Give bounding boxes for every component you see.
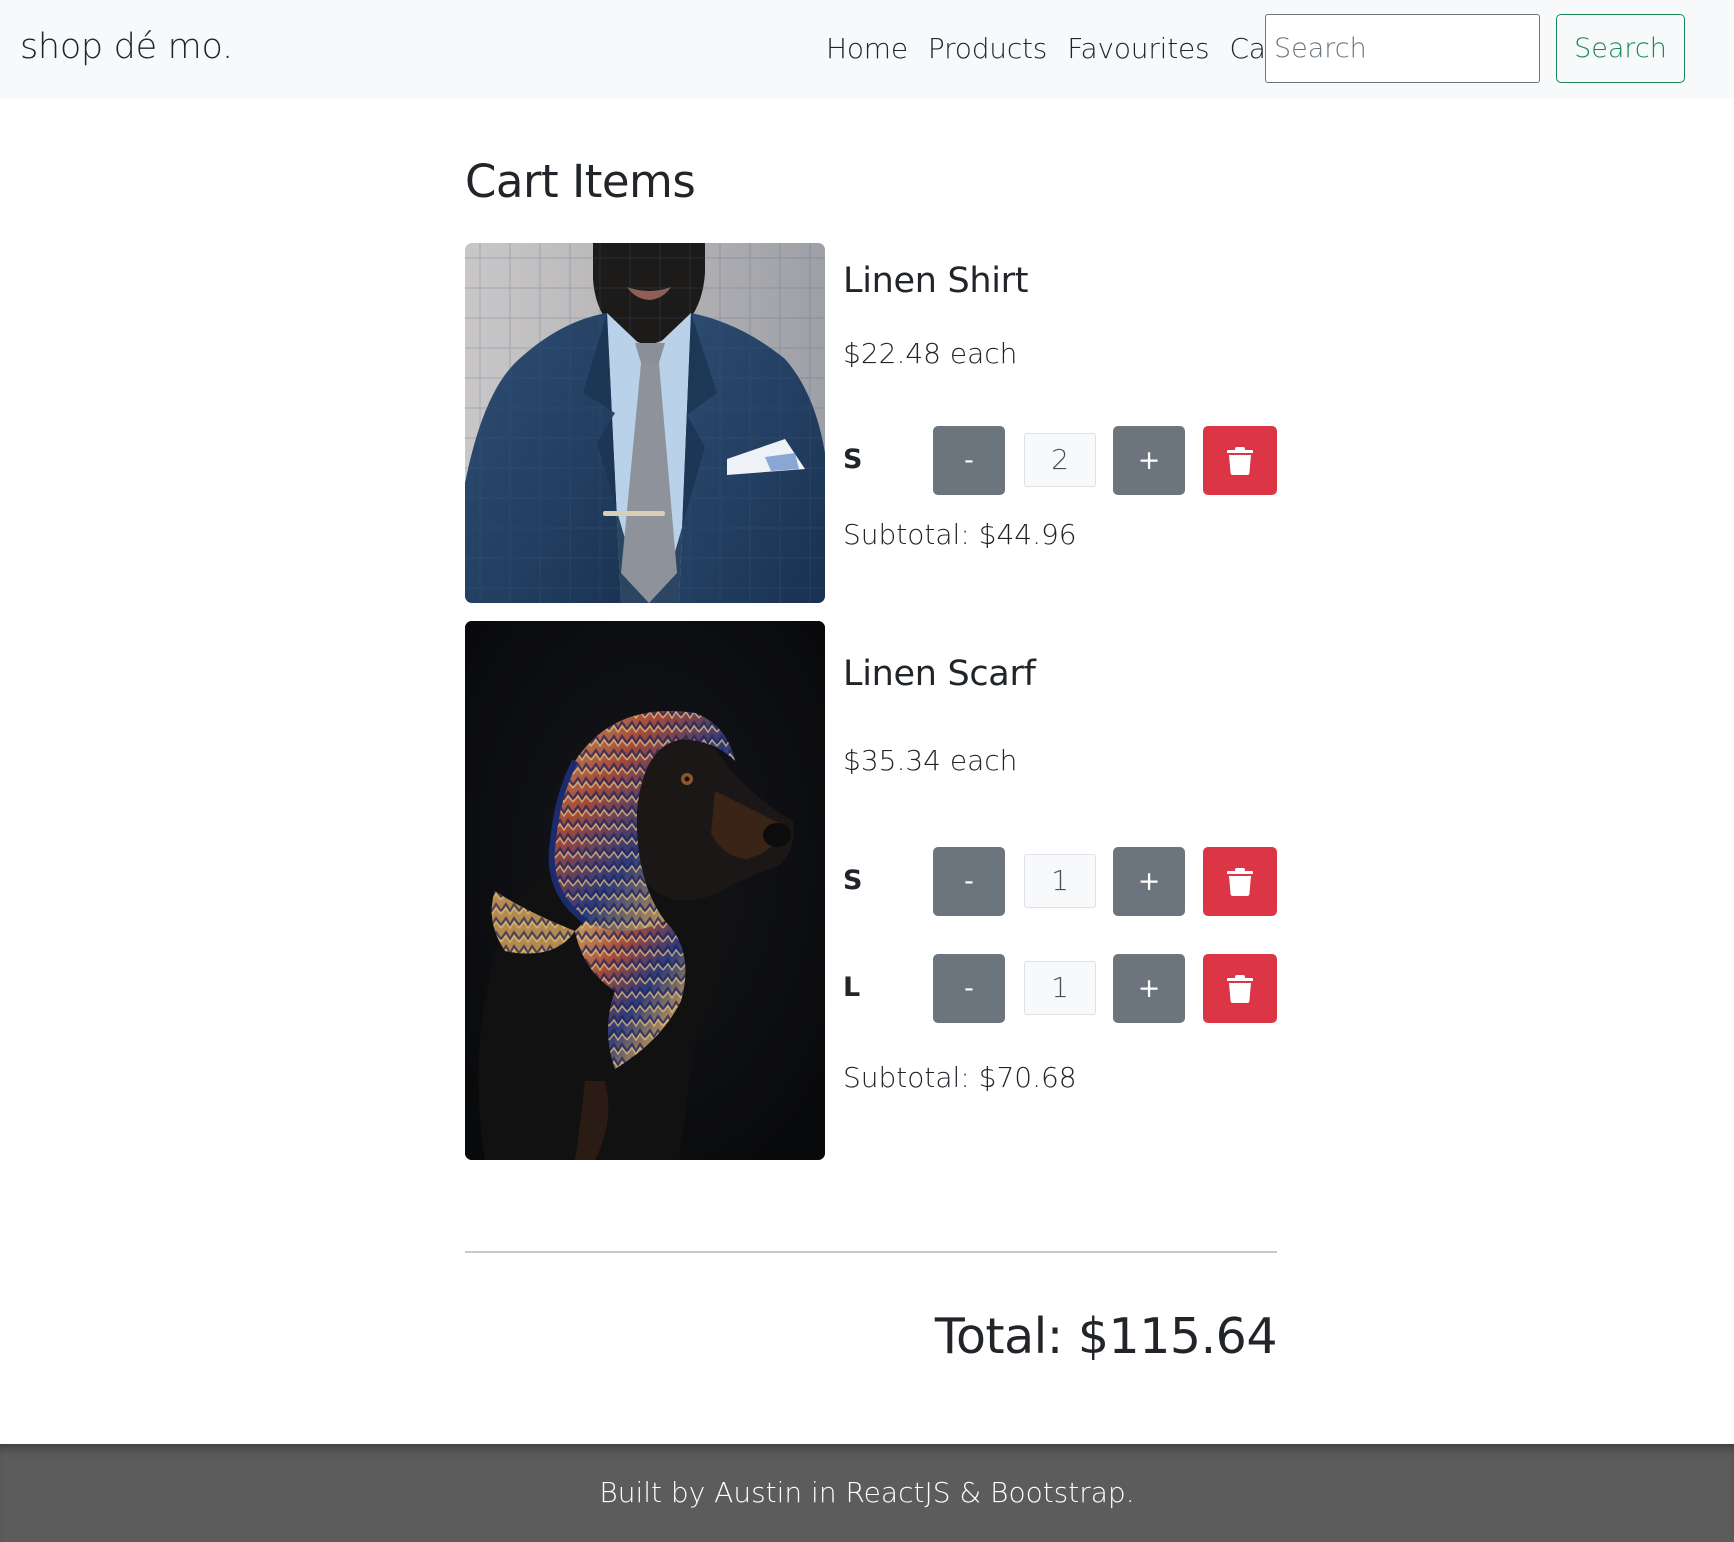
page-title: Cart Items [465,155,696,208]
delete-button[interactable] [1203,847,1277,916]
trash-icon [1227,974,1253,1003]
quantity-value: 1 [1024,854,1096,908]
size-label: S [843,444,863,475]
trash-icon [1227,446,1253,475]
size-row-l: L - 1 + [843,954,1277,1023]
product-price: $22.48 each [843,337,1018,370]
product-image-shirt [465,243,825,603]
navbar: shop dé mo. Home Products Favourites Car… [0,0,1734,98]
subtotal: Subtotal: $44.96 [843,518,1077,551]
decrease-quantity-button[interactable]: - [933,954,1005,1023]
product-name: Linen Shirt [843,261,1029,301]
search-button[interactable]: Search [1556,14,1685,83]
decrease-quantity-button[interactable]: - [933,847,1005,916]
quantity-value: 2 [1024,433,1096,487]
footer-text: Built by Austin in ReactJS & Bootstrap. [599,1476,1135,1509]
nav-links: Home Products Favourites Cart [826,30,1288,68]
quantity-value: 1 [1024,961,1096,1015]
delete-button[interactable] [1203,426,1277,495]
product-name: Linen Scarf [843,654,1036,694]
increase-quantity-button[interactable]: + [1113,426,1185,495]
footer: Built by Austin in ReactJS & Bootstrap. [0,1444,1734,1542]
size-label: L [843,972,861,1003]
size-row-s: S - 1 + [843,847,1277,916]
cart-total: Total: $115.64 [934,1308,1278,1365]
increase-quantity-button[interactable]: + [1113,954,1185,1023]
increase-quantity-button[interactable]: + [1113,847,1185,916]
product-price: $35.34 each [843,744,1018,777]
size-label: S [843,865,863,896]
nav-link-home[interactable]: Home [826,30,908,68]
decrease-quantity-button[interactable]: - [933,426,1005,495]
delete-button[interactable] [1203,954,1277,1023]
search-input[interactable] [1265,14,1540,83]
subtotal: Subtotal: $70.68 [843,1061,1077,1094]
divider [465,1251,1277,1253]
product-image-scarf [465,621,825,1160]
trash-icon [1227,867,1253,896]
brand-logo[interactable]: shop dé mo. [20,24,233,70]
size-row-s: S - 2 + [843,426,1277,495]
nav-link-favourites[interactable]: Favourites [1067,30,1209,68]
nav-link-products[interactable]: Products [928,30,1048,68]
